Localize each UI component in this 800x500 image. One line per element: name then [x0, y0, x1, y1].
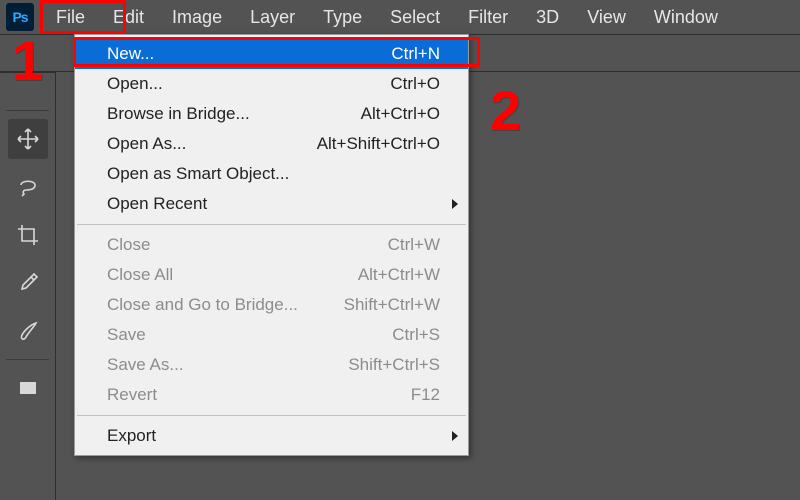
- eyedropper-icon: [16, 271, 40, 295]
- menu-item-close-bridge[interactable]: Close and Go to Bridge... Shift+Ctrl+W: [75, 290, 468, 320]
- menu-file-label: File: [56, 7, 85, 27]
- menu-item-save-shortcut: Ctrl+S: [392, 324, 440, 346]
- rectangle-icon: [16, 376, 40, 400]
- menu-separator: [77, 224, 466, 225]
- file-menu-dropdown: New... Ctrl+N Open... Ctrl+O Browse in B…: [74, 34, 469, 456]
- menu-item-save-label: Save: [107, 324, 392, 346]
- rectangle-tool[interactable]: [8, 368, 48, 408]
- menu-item-new-label: New...: [107, 43, 391, 65]
- menu-3d[interactable]: 3D: [522, 2, 573, 33]
- menu-item-open-smart-label: Open as Smart Object...: [107, 163, 440, 185]
- menu-window-label: Window: [654, 7, 718, 27]
- menu-item-browse-label: Browse in Bridge...: [107, 103, 361, 125]
- app-icon: Ps: [6, 3, 34, 31]
- brush-icon: [16, 319, 40, 343]
- menu-item-open-as-shortcut: Alt+Shift+Ctrl+O: [317, 133, 440, 155]
- menu-3d-label: 3D: [536, 7, 559, 27]
- menu-filter-label: Filter: [468, 7, 508, 27]
- crop-icon: [16, 223, 40, 247]
- menu-item-open-recent[interactable]: Open Recent: [75, 189, 468, 219]
- menu-edit-label: Edit: [113, 7, 144, 27]
- move-tool[interactable]: [8, 119, 48, 159]
- tool-panel: [0, 72, 56, 500]
- eyedropper-tool[interactable]: [8, 263, 48, 303]
- menu-item-open-as[interactable]: Open As... Alt+Shift+Ctrl+O: [75, 129, 468, 159]
- menu-item-save-as[interactable]: Save As... Shift+Ctrl+S: [75, 350, 468, 380]
- menu-window[interactable]: Window: [640, 2, 732, 33]
- chevron-right-icon: [452, 199, 458, 209]
- lasso-tool[interactable]: [8, 167, 48, 207]
- menu-image-label: Image: [172, 7, 222, 27]
- menu-edit[interactable]: Edit: [99, 2, 158, 33]
- menu-item-open-recent-label: Open Recent: [107, 193, 440, 215]
- lasso-icon: [16, 175, 40, 199]
- menu-item-open[interactable]: Open... Ctrl+O: [75, 69, 468, 99]
- menu-item-close-label: Close: [107, 234, 388, 256]
- menu-item-close[interactable]: Close Ctrl+W: [75, 230, 468, 260]
- annotation-number-2: 2: [490, 78, 521, 143]
- menu-view[interactable]: View: [573, 2, 640, 33]
- crop-tool[interactable]: [8, 215, 48, 255]
- menu-item-revert[interactable]: Revert F12: [75, 380, 468, 410]
- menu-item-save-as-label: Save As...: [107, 354, 348, 376]
- menu-item-browse-shortcut: Alt+Ctrl+O: [361, 103, 440, 125]
- menu-view-label: View: [587, 7, 626, 27]
- menu-select[interactable]: Select: [376, 2, 454, 33]
- menu-item-open-as-label: Open As...: [107, 133, 317, 155]
- menu-item-save-as-shortcut: Shift+Ctrl+S: [348, 354, 440, 376]
- menu-file[interactable]: File: [42, 2, 99, 33]
- menu-item-close-bridge-shortcut: Shift+Ctrl+W: [344, 294, 440, 316]
- chevron-right-icon: [452, 431, 458, 441]
- menu-item-close-all-label: Close All: [107, 264, 358, 286]
- menu-item-save[interactable]: Save Ctrl+S: [75, 320, 468, 350]
- menu-layer-label: Layer: [250, 7, 295, 27]
- tool-divider: [6, 359, 49, 360]
- menu-layer[interactable]: Layer: [236, 2, 309, 33]
- menu-item-export[interactable]: Export: [75, 421, 468, 451]
- menu-item-new[interactable]: New... Ctrl+N: [75, 39, 468, 69]
- menu-image[interactable]: Image: [158, 2, 236, 33]
- app-icon-text: Ps: [12, 9, 27, 25]
- menu-separator: [77, 415, 466, 416]
- tool-panel-header: [6, 87, 49, 111]
- menu-select-label: Select: [390, 7, 440, 27]
- menu-item-open-smart[interactable]: Open as Smart Object...: [75, 159, 468, 189]
- menu-item-close-shortcut: Ctrl+W: [388, 234, 440, 256]
- menu-item-export-label: Export: [107, 425, 440, 447]
- menu-item-new-shortcut: Ctrl+N: [391, 43, 440, 65]
- move-icon: [16, 127, 40, 151]
- menu-item-close-bridge-label: Close and Go to Bridge...: [107, 294, 344, 316]
- menu-item-open-shortcut: Ctrl+O: [390, 73, 440, 95]
- menu-item-close-all-shortcut: Alt+Ctrl+W: [358, 264, 440, 286]
- menu-item-open-label: Open...: [107, 73, 390, 95]
- menu-item-revert-label: Revert: [107, 384, 411, 406]
- menu-item-browse-bridge[interactable]: Browse in Bridge... Alt+Ctrl+O: [75, 99, 468, 129]
- menu-bar: Ps File Edit Image Layer Type Select Fil…: [0, 0, 800, 34]
- menu-type-label: Type: [323, 7, 362, 27]
- menu-type[interactable]: Type: [309, 2, 376, 33]
- menu-item-close-all[interactable]: Close All Alt+Ctrl+W: [75, 260, 468, 290]
- menu-item-revert-shortcut: F12: [411, 384, 440, 406]
- menu-filter[interactable]: Filter: [454, 2, 522, 33]
- brush-tool[interactable]: [8, 311, 48, 351]
